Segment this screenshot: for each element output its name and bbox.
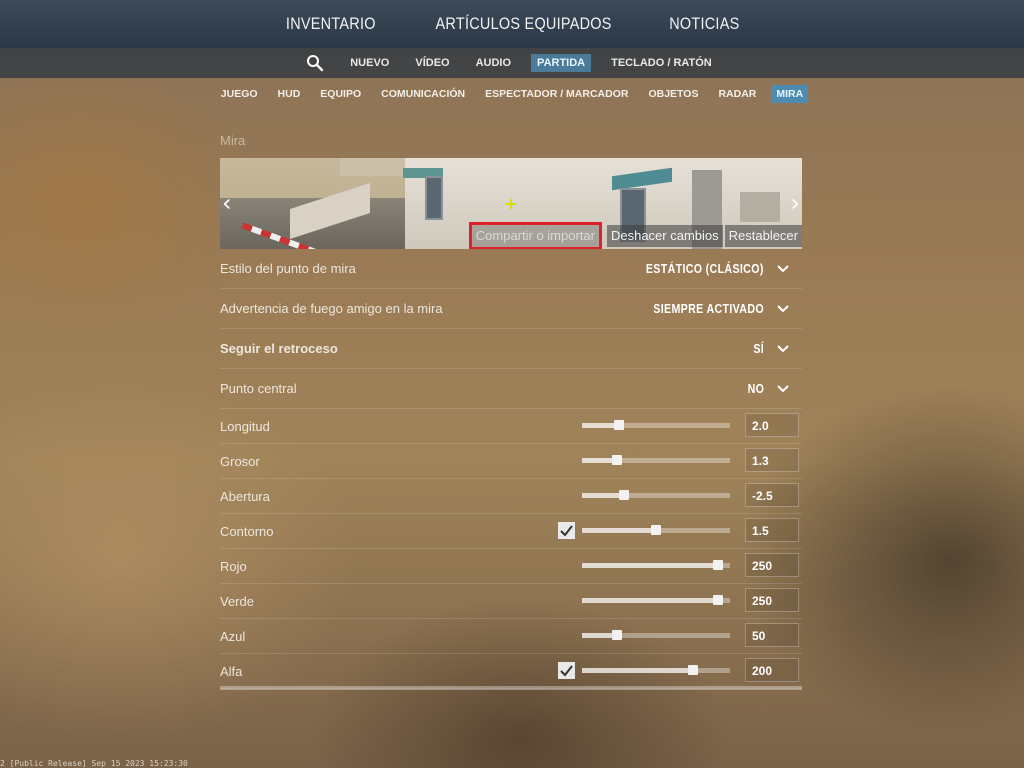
horizontal-scrollbar[interactable] [220,686,802,690]
crosshair-icon [506,199,516,209]
grosor-value-input[interactable]: 1.3 [745,448,799,472]
settings-nav: NUEVO VÍDEO AUDIO PARTIDA TECLADO / RATÓ… [0,48,1024,78]
contorno-slider[interactable] [582,525,730,535]
nav-articulos-equipados[interactable]: ARTÍCULOS EQUIPADOS [435,14,611,34]
search-icon[interactable] [306,54,324,72]
setting-label: Estilo del punto de mira [220,261,356,276]
settings-tab-video[interactable]: VÍDEO [409,54,455,72]
chevron-left-icon[interactable]: ‹ [222,191,232,215]
abertura-value-input[interactable]: -2.5 [745,483,799,507]
contorno-value-input[interactable]: 1.5 [745,518,799,542]
game-subtabs: JUEGO HUD EQUIPO COMUNICACIÓN ESPECTADOR… [0,82,1024,106]
slider-thumb[interactable] [713,560,723,570]
verde-value-input[interactable]: 250 [745,588,799,612]
preview-actions: Compartir o importar Deshacer cambios Re… [468,222,802,249]
checkmark-icon [560,665,573,677]
tab-comunicacion[interactable]: COMUNICACIÓN [376,85,470,103]
setting-row-follow-recoil: Seguir el retroceso SÍ [220,329,802,369]
slider-thumb[interactable] [612,455,622,465]
setting-label: Punto central [220,381,297,396]
slider-row-grosor: Grosor 1.3 [220,444,802,479]
verde-slider[interactable] [582,595,730,605]
slider-row-azul: Azul 50 [220,619,802,654]
share-import-button[interactable]: Compartir o importar [468,222,602,249]
slider-row-longitud: Longitud 2.0 [220,409,802,444]
slider-row-rojo: Rojo 250 [220,549,802,584]
slider-row-verde: Verde 250 [220,584,802,619]
slider-thumb[interactable] [614,420,624,430]
settings-tab-partida[interactable]: PARTIDA [531,54,592,72]
tab-radar[interactable]: RADAR [713,85,761,103]
slider-thumb[interactable] [713,595,723,605]
settings-tab-nuevo[interactable]: NUEVO [344,54,395,72]
undo-changes-button[interactable]: Deshacer cambios [606,225,723,247]
tab-espectador-marcador[interactable]: ESPECTADOR / MARCADOR [480,85,633,103]
section-title: Mira [220,133,246,148]
setting-row-friendly-fire: Advertencia de fuego amigo en la mira SI… [220,289,802,329]
setting-row-center-dot: Punto central NO [220,369,802,409]
setting-label: Advertencia de fuego amigo en la mira [220,301,443,316]
rojo-value-input[interactable]: 250 [745,553,799,577]
alfa-checkbox[interactable] [558,662,575,679]
slider-thumb[interactable] [688,665,698,675]
slider-settings: Longitud 2.0 Grosor 1.3 Abertura -2.5 Co… [220,409,802,689]
preview-box [740,192,780,222]
nav-inventario[interactable]: INVENTARIO [286,14,376,34]
azul-value-input[interactable]: 50 [745,623,799,647]
crosshair-preview: ‹ › Compartir o importar Deshacer cambio… [220,158,802,249]
chevron-down-icon[interactable] [776,384,790,394]
slider-thumb[interactable] [612,630,622,640]
crosshair-style-dropdown[interactable]: ESTÁTICO (CLÁSICO) [646,261,764,276]
follow-recoil-dropdown[interactable]: SÍ [753,341,764,356]
tab-equipo[interactable]: EQUIPO [315,85,366,103]
tab-objetos[interactable]: OBJETOS [643,85,703,103]
longitud-value-input[interactable]: 2.0 [745,413,799,437]
build-info: 2 [Public Release] Sep 15 2023 15:23:30 [0,759,188,768]
slider-row-abertura: Abertura -2.5 [220,479,802,514]
settings-tab-audio[interactable]: AUDIO [470,54,517,72]
abertura-slider[interactable] [582,490,730,500]
grosor-slider[interactable] [582,455,730,465]
friendly-fire-dropdown[interactable]: SIEMPRE ACTIVADO [653,301,764,316]
checkmark-icon [560,525,573,537]
chevron-right-icon[interactable]: › [790,191,800,215]
reset-button[interactable]: Restablecer [724,225,802,247]
contorno-checkbox[interactable] [558,522,575,539]
nav-noticias[interactable]: NOTICIAS [669,14,739,34]
rojo-slider[interactable] [582,560,730,570]
longitud-slider[interactable] [582,420,730,430]
tab-juego[interactable]: JUEGO [216,85,263,103]
slider-thumb[interactable] [651,525,661,535]
slider-row-contorno: Contorno 1.5 [220,514,802,549]
chevron-down-icon[interactable] [776,264,790,274]
chevron-down-icon[interactable] [776,344,790,354]
slider-row-alfa: Alfa 200 [220,654,802,689]
top-nav-bar: INVENTARIO ARTÍCULOS EQUIPADOS NOTICIAS [0,0,1024,48]
settings-tab-teclado-raton[interactable]: TECLADO / RATÓN [605,54,718,72]
alfa-slider[interactable] [582,665,730,675]
center-dot-dropdown[interactable]: NO [747,381,764,396]
chevron-down-icon[interactable] [776,304,790,314]
crosshair-settings-panel: Mira ‹ › Compartir o importar Deshacer c… [220,128,802,689]
setting-row-crosshair-style: Estilo del punto de mira ESTÁTICO (CLÁSI… [220,249,802,289]
slider-thumb[interactable] [619,490,629,500]
tab-hud[interactable]: HUD [273,85,306,103]
preview-window [425,176,443,220]
azul-slider[interactable] [582,630,730,640]
tab-mira[interactable]: MIRA [771,85,809,103]
setting-label: Seguir el retroceso [220,341,338,356]
alfa-value-input[interactable]: 200 [745,658,799,682]
